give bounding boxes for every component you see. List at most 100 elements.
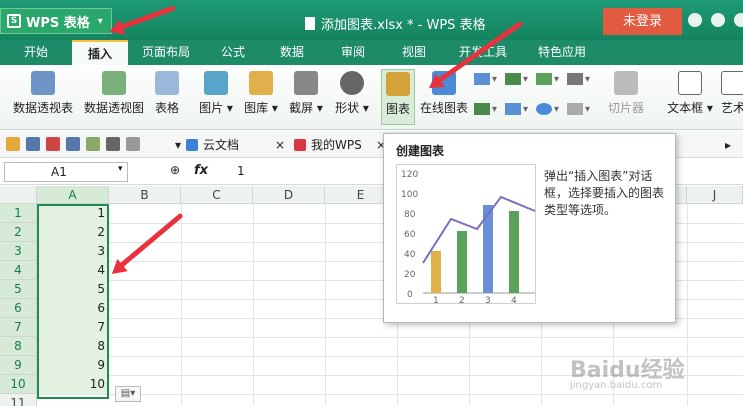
chart-bar bbox=[457, 231, 467, 293]
art-text-button[interactable]: 艺术 bbox=[718, 69, 743, 116]
close-tab-button[interactable]: × bbox=[275, 135, 285, 155]
pie-chart-dropdown[interactable]: ▾ bbox=[536, 73, 564, 89]
chevron-down-icon: ▾ bbox=[313, 101, 323, 115]
grid-line bbox=[325, 204, 326, 406]
ribbon-tabs: 开始 插入 页面布局 公式 数据 审阅 视图 开发工具 特色应用 bbox=[0, 40, 743, 65]
column-chart-dropdown[interactable]: ▾ bbox=[474, 73, 502, 89]
row-header[interactable]: 3 bbox=[0, 242, 37, 261]
select-all-corner[interactable] bbox=[0, 186, 37, 204]
area-chart-icon bbox=[474, 103, 490, 115]
row-header[interactable]: 11 bbox=[0, 394, 37, 406]
chart-bar bbox=[431, 251, 441, 293]
table-button[interactable]: 表格 bbox=[150, 69, 184, 116]
column-header-c[interactable]: C bbox=[181, 186, 253, 204]
shapes-icon bbox=[340, 71, 364, 95]
tab-data[interactable]: 数据 bbox=[262, 40, 322, 65]
area-chart-dropdown[interactable]: ▾ bbox=[474, 103, 502, 119]
row-header[interactable]: 6 bbox=[0, 299, 37, 318]
tab-special[interactable]: 特色应用 bbox=[522, 40, 602, 65]
my-wps-label: 我的WPS bbox=[311, 138, 362, 152]
column-header-d[interactable]: D bbox=[253, 186, 325, 204]
help-icon[interactable] bbox=[711, 13, 725, 27]
app-menu-label: WPS 表格 bbox=[26, 15, 90, 31]
open-icon[interactable] bbox=[6, 137, 20, 151]
scatter-chart-dropdown[interactable]: ▾ bbox=[567, 73, 595, 89]
column-header-b[interactable]: B bbox=[109, 186, 181, 204]
tab-review[interactable]: 审阅 bbox=[322, 40, 384, 65]
shapes-button[interactable]: 形状 ▾ bbox=[330, 69, 374, 116]
paste-options-button[interactable]: ▤▾ bbox=[115, 386, 141, 402]
row-header[interactable]: 10 bbox=[0, 375, 37, 394]
bar-chart-icon bbox=[386, 72, 410, 96]
row-header[interactable]: 8 bbox=[0, 337, 37, 356]
picture-button[interactable]: 图片 ▾ bbox=[196, 69, 236, 116]
tab-insert[interactable]: 插入 bbox=[72, 40, 128, 65]
chevron-down-icon: ▾ bbox=[175, 138, 182, 152]
row-header[interactable]: 4 bbox=[0, 261, 37, 280]
tab-cloud-docs[interactable]: ▾ 云文档 bbox=[175, 135, 239, 155]
cloud-icon bbox=[186, 139, 199, 151]
quick-access-icons bbox=[6, 137, 140, 151]
close-icon: × bbox=[275, 138, 286, 152]
chart-button[interactable]: 图表 bbox=[381, 69, 415, 125]
undo-icon[interactable] bbox=[106, 137, 120, 151]
tab-home[interactable]: 开始 bbox=[0, 40, 72, 65]
fx-icon[interactable]: fx bbox=[194, 163, 208, 178]
zoom-icon[interactable]: ⊕ bbox=[170, 163, 180, 177]
chart-tooltip: 创建图表 120 100 80 60 40 20 0 1 2 3 4 弹出“插入… bbox=[383, 133, 676, 323]
tab-formulas[interactable]: 公式 bbox=[204, 40, 262, 65]
row-header[interactable]: 5 bbox=[0, 280, 37, 299]
bar-chart-dropdown[interactable]: ▾ bbox=[505, 103, 533, 119]
tooltip-chart-preview: 120 100 80 60 40 20 0 1 2 3 4 bbox=[396, 164, 536, 306]
row-header[interactable]: 9 bbox=[0, 356, 37, 375]
settings-icon[interactable] bbox=[734, 13, 743, 27]
save-icon[interactable] bbox=[26, 137, 40, 151]
column-header-j[interactable]: J bbox=[687, 186, 743, 204]
x-tick: 1 bbox=[433, 296, 439, 305]
picture-icon bbox=[204, 71, 228, 95]
login-button[interactable]: 未登录 bbox=[603, 8, 682, 35]
redo-icon[interactable] bbox=[126, 137, 140, 151]
column-chart-icon bbox=[474, 73, 490, 85]
document-title-text: 添加图表.xlsx * - WPS 表格 bbox=[321, 18, 486, 33]
chart-label: 图表 bbox=[385, 102, 410, 116]
document-title: 添加图表.xlsx * - WPS 表格 bbox=[305, 14, 486, 33]
gallery-button[interactable]: 图库 ▾ bbox=[240, 69, 282, 116]
tab-view[interactable]: 视图 bbox=[384, 40, 444, 65]
textbox-button[interactable]: 文本框 ▾ bbox=[664, 69, 716, 116]
formula-input[interactable]: 1 bbox=[237, 164, 245, 178]
row-header[interactable]: 1 bbox=[0, 204, 37, 223]
other-chart-dropdown[interactable]: ▾ bbox=[567, 103, 595, 119]
column-header-a[interactable]: A bbox=[37, 186, 109, 204]
chevron-down-icon[interactable]: ▾ bbox=[118, 164, 123, 174]
name-box[interactable]: A1 bbox=[4, 162, 128, 182]
row-header[interactable]: 7 bbox=[0, 318, 37, 337]
tab-my-wps[interactable]: 我的WPS bbox=[294, 135, 362, 155]
print-preview-icon[interactable] bbox=[86, 137, 100, 151]
pivot-chart-button[interactable]: 数据透视图 bbox=[80, 69, 148, 116]
app-menu-button[interactable]: S WPS 表格 ▾ bbox=[0, 8, 112, 34]
wps-w-icon bbox=[294, 139, 306, 151]
tooltip-description: 弹出“插入图表”对话框，选择要插入的图表类型等选项。 bbox=[544, 169, 665, 217]
print-icon[interactable] bbox=[66, 137, 80, 151]
selection-box bbox=[37, 204, 109, 399]
other-chart-icon bbox=[567, 103, 583, 115]
row-header[interactable]: 2 bbox=[0, 223, 37, 242]
tab-page-layout[interactable]: 页面布局 bbox=[128, 40, 204, 65]
export-pdf-icon[interactable] bbox=[46, 137, 60, 151]
line-chart-icon bbox=[505, 73, 521, 85]
screenshot-button[interactable]: 截屏 ▾ bbox=[284, 69, 328, 116]
screenshot-icon bbox=[294, 71, 318, 95]
slicer-button[interactable]: 切片器 bbox=[604, 69, 648, 116]
skin-icon[interactable] bbox=[688, 13, 702, 27]
table-icon bbox=[155, 71, 179, 95]
line-chart-dropdown[interactable]: ▾ bbox=[505, 73, 533, 89]
x-tick: 3 bbox=[485, 296, 491, 305]
grid-line bbox=[687, 204, 688, 406]
chevron-down-icon: ▾ bbox=[359, 101, 369, 115]
pivot-table-label: 数据透视表 bbox=[12, 101, 73, 115]
scroll-tabs-button[interactable]: ▸ bbox=[725, 135, 731, 155]
sample-chart: 120 100 80 60 40 20 0 1 2 3 4 bbox=[401, 170, 536, 306]
pivot-table-button[interactable]: 数据透视表 bbox=[10, 69, 76, 116]
donut-chart-dropdown[interactable]: ▾ bbox=[536, 103, 564, 119]
